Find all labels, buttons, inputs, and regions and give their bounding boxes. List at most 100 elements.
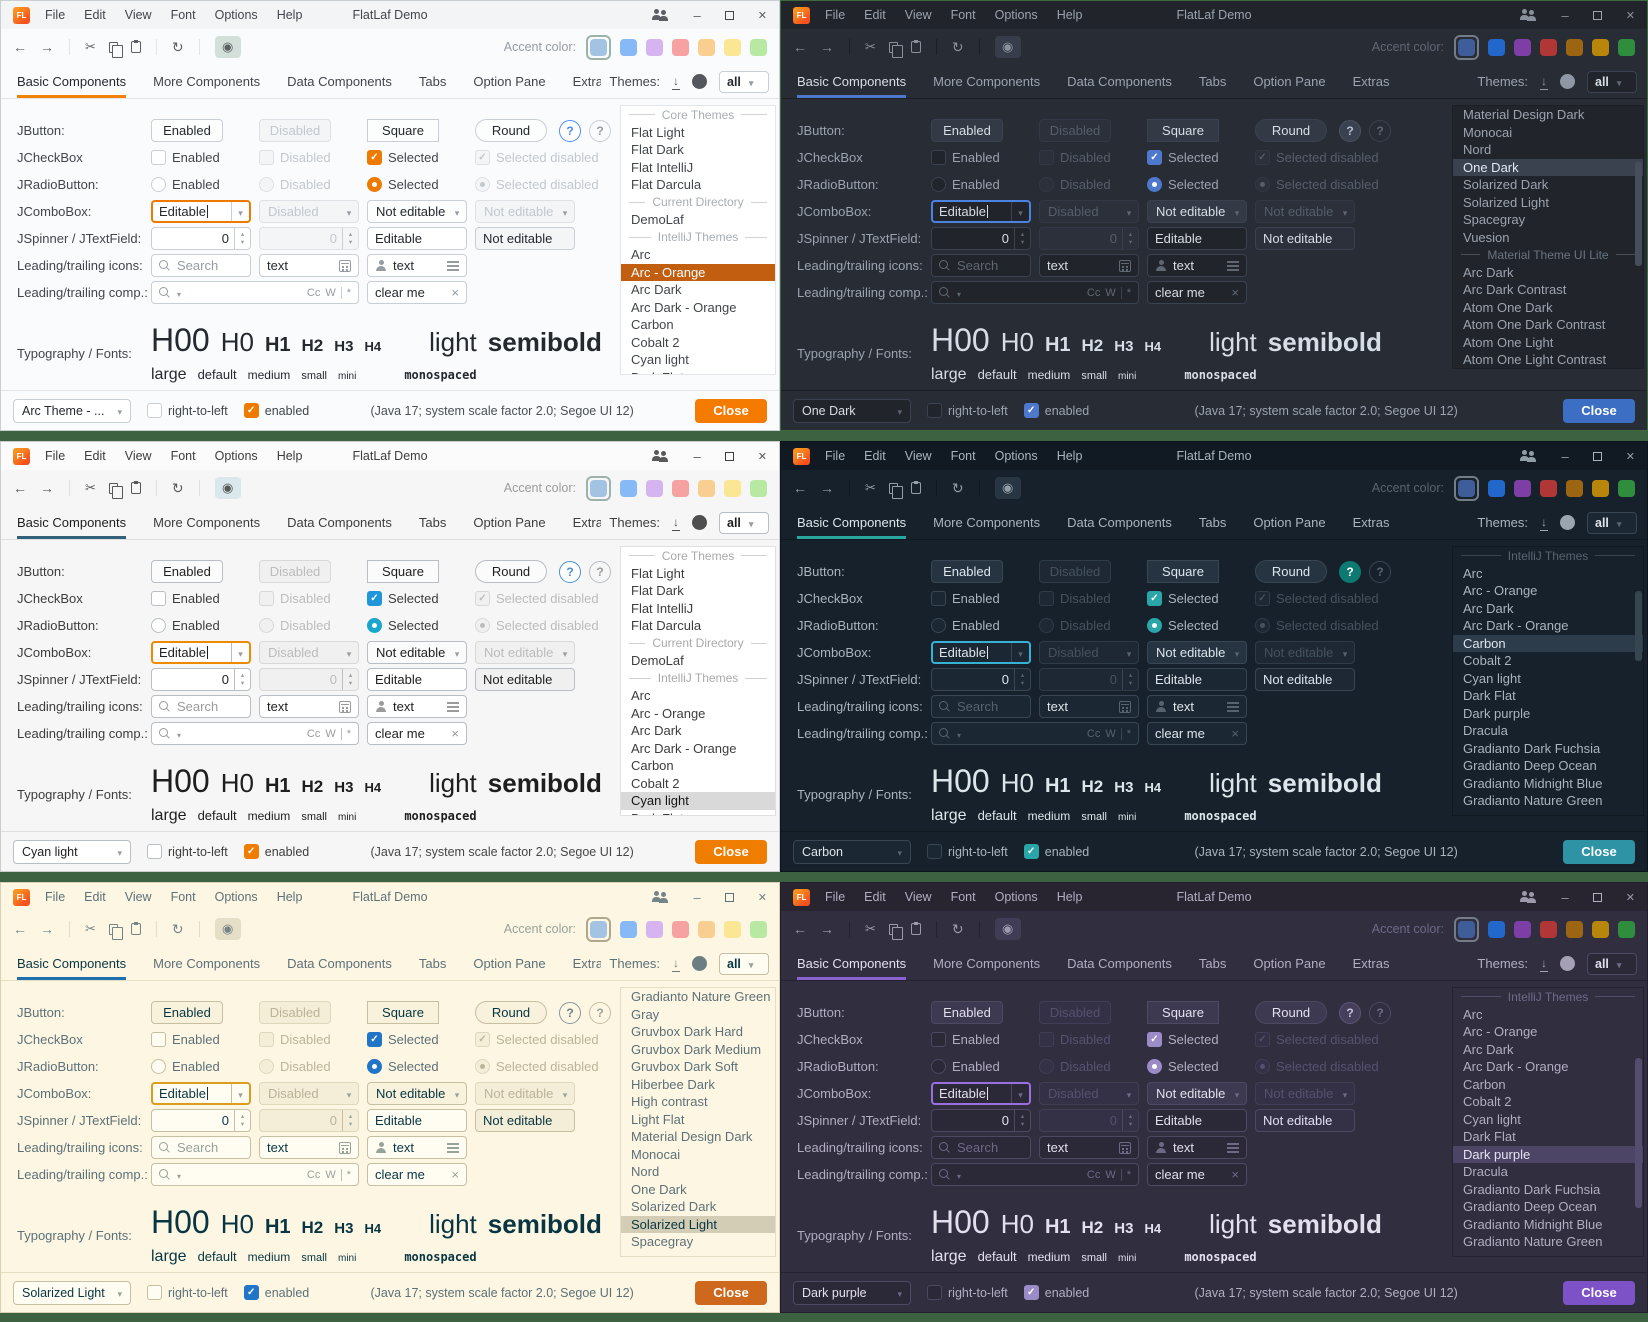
rtl-option[interactable]: right-to-left [927, 403, 1008, 418]
accent-swatch-4[interactable] [672, 39, 689, 56]
regex-toggle[interactable]: * [347, 1169, 351, 1181]
accent-swatch-7[interactable] [750, 480, 767, 497]
accent-swatch-7[interactable] [1618, 921, 1635, 938]
regex-toggle[interactable]: * [1127, 287, 1131, 299]
user-input[interactable]: text [1147, 1136, 1247, 1159]
paste-icon[interactable] [131, 41, 141, 53]
theme-list-item[interactable]: Cyan light [1453, 670, 1643, 688]
combobox-not-editable[interactable]: Not editable [367, 200, 467, 223]
tab-basic-components[interactable]: Basic Components [797, 947, 906, 980]
accent-swatch-3[interactable] [646, 480, 663, 497]
clear-icon[interactable] [1231, 726, 1239, 741]
tab-tabs[interactable]: Tabs [1199, 947, 1226, 980]
accent-swatch-2[interactable] [1488, 480, 1505, 497]
menu-item-view[interactable]: View [905, 449, 932, 463]
menu-item-options[interactable]: Options [995, 449, 1038, 463]
regex-toggle[interactable]: * [347, 728, 351, 740]
search-input[interactable]: Search [151, 1136, 251, 1159]
copy-icon[interactable] [889, 42, 898, 53]
help-button[interactable]: ? [559, 120, 581, 142]
menu-item-view[interactable]: View [905, 8, 932, 22]
theme-list-item[interactable]: Solarized Light [1453, 194, 1643, 212]
round-button[interactable]: Round [475, 1001, 547, 1024]
menu-item-font[interactable]: Font [951, 8, 976, 22]
enabled-option[interactable]: enabled [244, 1285, 310, 1300]
menu-item-font[interactable]: Font [951, 890, 976, 904]
date-input[interactable]: text [1039, 254, 1139, 277]
paste-icon[interactable] [911, 482, 921, 494]
theme-filter-select[interactable]: all [719, 71, 769, 93]
download-icon[interactable] [672, 73, 680, 90]
match-case-toggle[interactable]: Cc [1087, 287, 1100, 299]
accent-swatch-3[interactable] [646, 39, 663, 56]
theme-list-item[interactable]: Flat Dark [621, 141, 775, 159]
enabled-checkbox[interactable] [1024, 1285, 1039, 1300]
refresh-icon[interactable] [952, 39, 964, 56]
textfield-editable[interactable]: Editable [367, 1109, 467, 1132]
rtl-option[interactable]: right-to-left [927, 844, 1008, 859]
chevron-down-icon[interactable] [957, 1167, 961, 1182]
date-input[interactable]: text [259, 1136, 359, 1159]
chevron-down-icon[interactable] [957, 726, 961, 741]
help-button[interactable]: ? [559, 1002, 581, 1024]
tab-tabs[interactable]: Tabs [419, 65, 446, 98]
maximize-button[interactable] [725, 893, 734, 902]
theme-select[interactable]: Arc Theme - ... [13, 399, 131, 423]
clearable-input[interactable]: clear me [367, 1163, 467, 1186]
cut-icon[interactable] [865, 39, 876, 55]
search-options-input[interactable]: CcW* [151, 722, 359, 745]
combobox-not-editable[interactable]: Not editable [1147, 1082, 1247, 1105]
download-icon[interactable] [1540, 514, 1548, 531]
help-button[interactable]: ? [1339, 561, 1361, 583]
round-button[interactable]: Round [1255, 119, 1327, 142]
chevron-down-icon[interactable] [177, 285, 181, 300]
tab-extras[interactable]: Extras [1353, 506, 1390, 539]
enabled-option[interactable]: enabled [244, 844, 310, 859]
theme-list-item[interactable]: Vuesion [1453, 229, 1643, 247]
users-icon[interactable] [1520, 9, 1538, 21]
help-button[interactable]: ? [1339, 1002, 1361, 1024]
scrollbar-thumb[interactable] [1635, 591, 1642, 661]
github-icon[interactable] [1560, 956, 1575, 971]
menu-item-font[interactable]: Font [171, 890, 196, 904]
maximize-button[interactable] [1593, 893, 1602, 902]
theme-list-item[interactable]: Monocai [621, 1146, 775, 1164]
enabled-button[interactable]: Enabled [931, 1001, 1003, 1024]
theme-select[interactable]: Dark purple [793, 1281, 911, 1305]
menu-item-help[interactable]: Help [277, 8, 303, 22]
forward-icon[interactable] [820, 921, 834, 937]
rtl-option[interactable]: right-to-left [927, 1285, 1008, 1300]
square-button[interactable]: Square [1147, 1001, 1219, 1024]
accent-swatch-selected[interactable] [1454, 35, 1479, 60]
menu-item-file[interactable]: File [825, 449, 845, 463]
tab-basic-components[interactable]: Basic Components [797, 506, 906, 539]
accent-swatch-7[interactable] [750, 921, 767, 938]
help-button-secondary[interactable]: ? [589, 120, 611, 142]
rtl-checkbox[interactable] [927, 403, 942, 418]
checkbox-enabled[interactable] [151, 591, 166, 606]
accent-swatch-6[interactable] [1592, 480, 1609, 497]
download-icon[interactable] [1540, 73, 1548, 90]
theme-list-item[interactable]: Arc [1453, 565, 1643, 583]
theme-list-item[interactable]: Gradianto Dark Fuchsia [1453, 740, 1643, 758]
search-input[interactable]: Search [151, 695, 251, 718]
search-input[interactable]: Search [931, 1136, 1031, 1159]
theme-list-item[interactable]: Arc Dark Contrast [1453, 281, 1643, 299]
themes-list[interactable]: Core ThemesFlat LightFlat DarkFlat Intel… [620, 105, 776, 375]
show-hover-effects-toggle[interactable] [215, 918, 241, 940]
combobox-editable[interactable]: Editable [151, 1082, 251, 1105]
checkbox-enabled[interactable] [931, 591, 946, 606]
theme-list-item[interactable]: Arc Dark [621, 281, 775, 299]
download-icon[interactable] [672, 514, 680, 531]
help-button-secondary[interactable]: ? [589, 1002, 611, 1024]
tab-option-pane[interactable]: Option Pane [1253, 65, 1325, 98]
menu-item-file[interactable]: File [825, 8, 845, 22]
theme-list-item[interactable]: Dark Flat [621, 810, 775, 817]
accent-swatch-4[interactable] [1540, 480, 1557, 497]
theme-list-item[interactable]: Gruvbox Dark Medium [621, 1041, 775, 1059]
checkbox-selected[interactable] [367, 1032, 382, 1047]
paste-icon[interactable] [911, 41, 921, 53]
theme-list-item[interactable]: Solarized Dark [621, 1198, 775, 1216]
accent-swatch-4[interactable] [1540, 921, 1557, 938]
theme-list-item[interactable]: Arc Dark - Orange [1453, 1058, 1643, 1076]
